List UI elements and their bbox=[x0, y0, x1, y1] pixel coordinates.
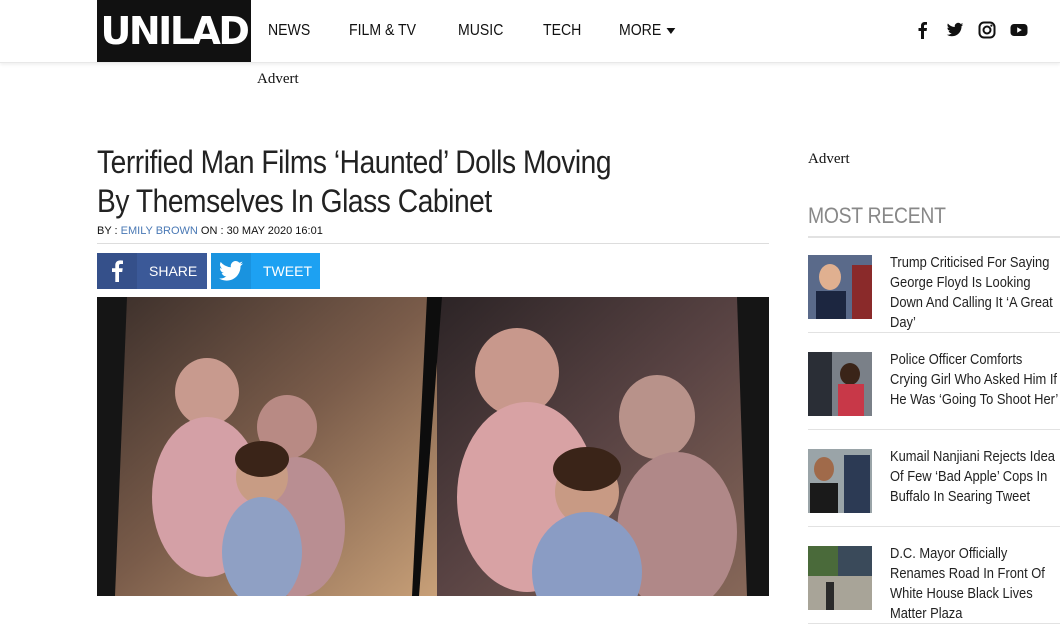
byline-prefix: BY : bbox=[97, 225, 121, 237]
recent-article-headline[interactable]: Kumail Nanjiani Rejects Idea Of Few ‘Bad… bbox=[890, 447, 1060, 507]
byline-divider bbox=[97, 243, 769, 244]
main-nav: NEWS FILM & TV MUSIC TECH MORE bbox=[268, 0, 716, 62]
site-header: UNILAD NEWS FILM & TV MUSIC TECH MORE bbox=[0, 0, 1060, 63]
twitter-icon bbox=[211, 253, 251, 289]
nav-more-label: MORE bbox=[619, 22, 662, 39]
most-recent-divider bbox=[808, 236, 1060, 238]
instagram-icon[interactable] bbox=[978, 21, 996, 39]
nav-music[interactable]: MUSIC bbox=[458, 22, 503, 40]
facebook-icon bbox=[97, 253, 137, 289]
advert-label-top: Advert bbox=[257, 71, 299, 87]
recent-article-item[interactable]: Kumail Nanjiani Rejects Idea Of Few ‘Bad… bbox=[808, 447, 1060, 527]
recent-article-headline[interactable]: D.C. Mayor Officially Renames Road In Fr… bbox=[890, 544, 1060, 624]
most-recent-heading: MOST RECENT bbox=[808, 203, 946, 228]
facebook-icon[interactable] bbox=[914, 21, 932, 39]
recent-article-thumbnail[interactable] bbox=[808, 546, 872, 610]
twitter-share-button[interactable]: TWEET bbox=[211, 253, 320, 289]
twitter-icon[interactable] bbox=[946, 21, 964, 39]
unilad-logo[interactable]: UNILAD bbox=[97, 0, 251, 62]
youtube-icon[interactable] bbox=[1010, 21, 1028, 39]
caret-down-icon bbox=[666, 28, 676, 34]
recent-article-thumbnail[interactable] bbox=[808, 255, 872, 319]
author-link[interactable]: EMILY BROWN bbox=[121, 225, 198, 237]
share-label: SHARE bbox=[149, 263, 198, 279]
nav-more[interactable]: MORE bbox=[619, 22, 676, 40]
date-prefix: ON : bbox=[197, 225, 227, 237]
recent-article-item[interactable]: Trump Criticised For Saying George Floyd… bbox=[808, 253, 1060, 333]
nav-tech[interactable]: TECH bbox=[543, 22, 581, 40]
recent-article-headline[interactable]: Police Officer Comforts Crying Girl Who … bbox=[890, 350, 1060, 410]
article-byline: BY : EMILY BROWN ON : 30 MAY 2020 16:01 bbox=[97, 225, 323, 237]
publish-date: 30 MAY 2020 16:01 bbox=[226, 225, 323, 237]
article-title: Terrified Man Films ‘Haunted’ Dolls Movi… bbox=[97, 144, 612, 219]
most-recent-list: Trump Criticised For Saying George Floyd… bbox=[808, 253, 1060, 641]
nav-news[interactable]: NEWS bbox=[268, 22, 310, 40]
facebook-share-button[interactable]: SHARE bbox=[97, 253, 207, 289]
recent-article-thumbnail[interactable] bbox=[808, 352, 872, 416]
tweet-label: TWEET bbox=[263, 263, 312, 279]
recent-article-headline[interactable]: Trump Criticised For Saying George Floyd… bbox=[890, 253, 1060, 333]
nav-film-tv[interactable]: FILM & TV bbox=[349, 22, 416, 40]
advert-label-sidebar: Advert bbox=[808, 151, 850, 167]
recent-article-item[interactable]: D.C. Mayor Officially Renames Road In Fr… bbox=[808, 544, 1060, 624]
recent-article-item[interactable]: Police Officer Comforts Crying Girl Who … bbox=[808, 350, 1060, 430]
recent-article-thumbnail[interactable] bbox=[808, 449, 872, 513]
social-links bbox=[914, 21, 1028, 39]
article-hero-image bbox=[97, 297, 769, 596]
